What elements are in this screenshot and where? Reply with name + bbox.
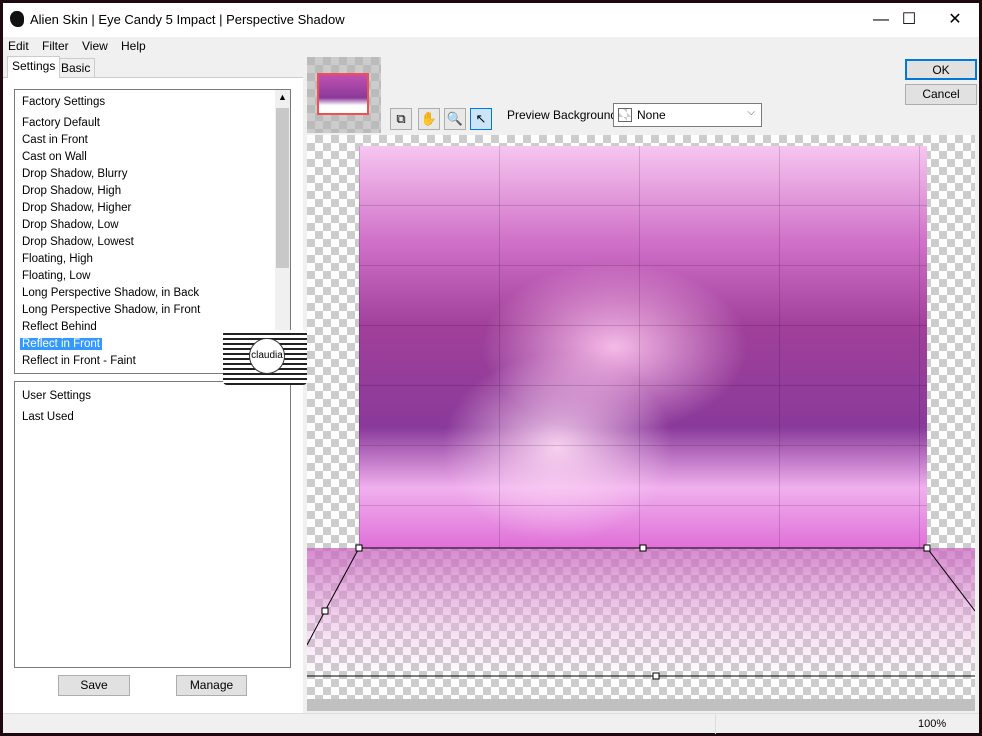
list-item[interactable]: Floating, Low [22, 270, 90, 282]
zoom-level: 100% [918, 718, 947, 730]
scrollbar-thumb[interactable] [276, 108, 289, 268]
list-item[interactable]: Cast in Front [22, 134, 88, 146]
preview-canvas[interactable] [307, 135, 975, 699]
cancel-button[interactable]: Cancel [905, 84, 977, 105]
list-item[interactable]: Drop Shadow, Low [22, 219, 119, 231]
preview-background-label: Preview Background: [507, 108, 621, 122]
list-item[interactable]: Cast on Wall [22, 151, 87, 163]
window-title: Alien Skin | Eye Candy 5 Impact | Perspe… [30, 12, 345, 27]
close-button[interactable]: ✕ [935, 7, 975, 33]
manage-button[interactable]: Manage [176, 675, 247, 696]
list-item[interactable]: Drop Shadow, Lowest [22, 236, 134, 248]
menu-edit[interactable]: Edit [8, 39, 29, 53]
user-settings-header: User Settings [22, 390, 92, 402]
maximize-button[interactable]: ☐ [889, 7, 929, 33]
menu-view[interactable]: View [82, 39, 108, 53]
chevron-down-icon: ⌵ [747, 107, 755, 118]
list-item[interactable]: Drop Shadow, High [22, 185, 121, 197]
hand-icon[interactable]: ✋ [418, 108, 440, 130]
list-item[interactable]: Drop Shadow, Higher [22, 202, 131, 214]
settings-panel: Factory Settings ▲ Factory Default Cast i… [3, 77, 303, 713]
shadow-handles[interactable] [307, 135, 975, 699]
eye-candy-window: Alien Skin | Eye Candy 5 Impact | Perspe… [3, 3, 979, 734]
menu-help[interactable]: Help [121, 39, 146, 53]
zoom-icon[interactable]: 🔍 [444, 108, 466, 130]
preview-background-dropdown[interactable]: None ⌵ [613, 103, 762, 127]
list-item[interactable]: Drop Shadow, Blurry [22, 168, 127, 180]
list-item[interactable]: Factory Default [22, 117, 100, 129]
ok-button[interactable]: OK [905, 59, 977, 80]
list-item[interactable]: Floating, High [22, 253, 93, 265]
watermark-logo: claudia [223, 330, 307, 385]
alien-skin-icon [10, 11, 24, 27]
save-button[interactable]: Save [58, 675, 130, 696]
swatch-icon [618, 108, 632, 122]
dropdown-value: None [637, 108, 666, 122]
preview-toggle-icon[interactable]: ⧉ [390, 108, 412, 130]
list-item[interactable]: Last Used [22, 411, 74, 423]
title-bar: Alien Skin | Eye Candy 5 Impact | Perspe… [3, 3, 979, 37]
list-item[interactable]: Reflect Behind [22, 321, 97, 333]
status-bar: 100% [3, 713, 979, 734]
list-item[interactable]: Long Perspective Shadow, in Front [22, 304, 200, 316]
tab-settings[interactable]: Settings [7, 56, 61, 78]
menu-bar: Edit Filter View Help [3, 37, 979, 55]
navigator-thumbnail[interactable] [307, 57, 381, 133]
preview-border [307, 699, 975, 711]
list-item[interactable]: Reflect in Front [20, 338, 102, 350]
list-item[interactable]: Reflect in Front - Faint [22, 355, 136, 367]
factory-settings-header: Factory Settings [22, 96, 106, 108]
list-item[interactable]: Long Perspective Shadow, in Back [22, 287, 199, 299]
tab-basic[interactable]: Basic [56, 58, 96, 78]
pointer-icon[interactable]: ↖ [470, 108, 492, 130]
user-settings-list[interactable]: User Settings Last Used [14, 381, 291, 668]
menu-filter[interactable]: Filter [42, 39, 69, 53]
